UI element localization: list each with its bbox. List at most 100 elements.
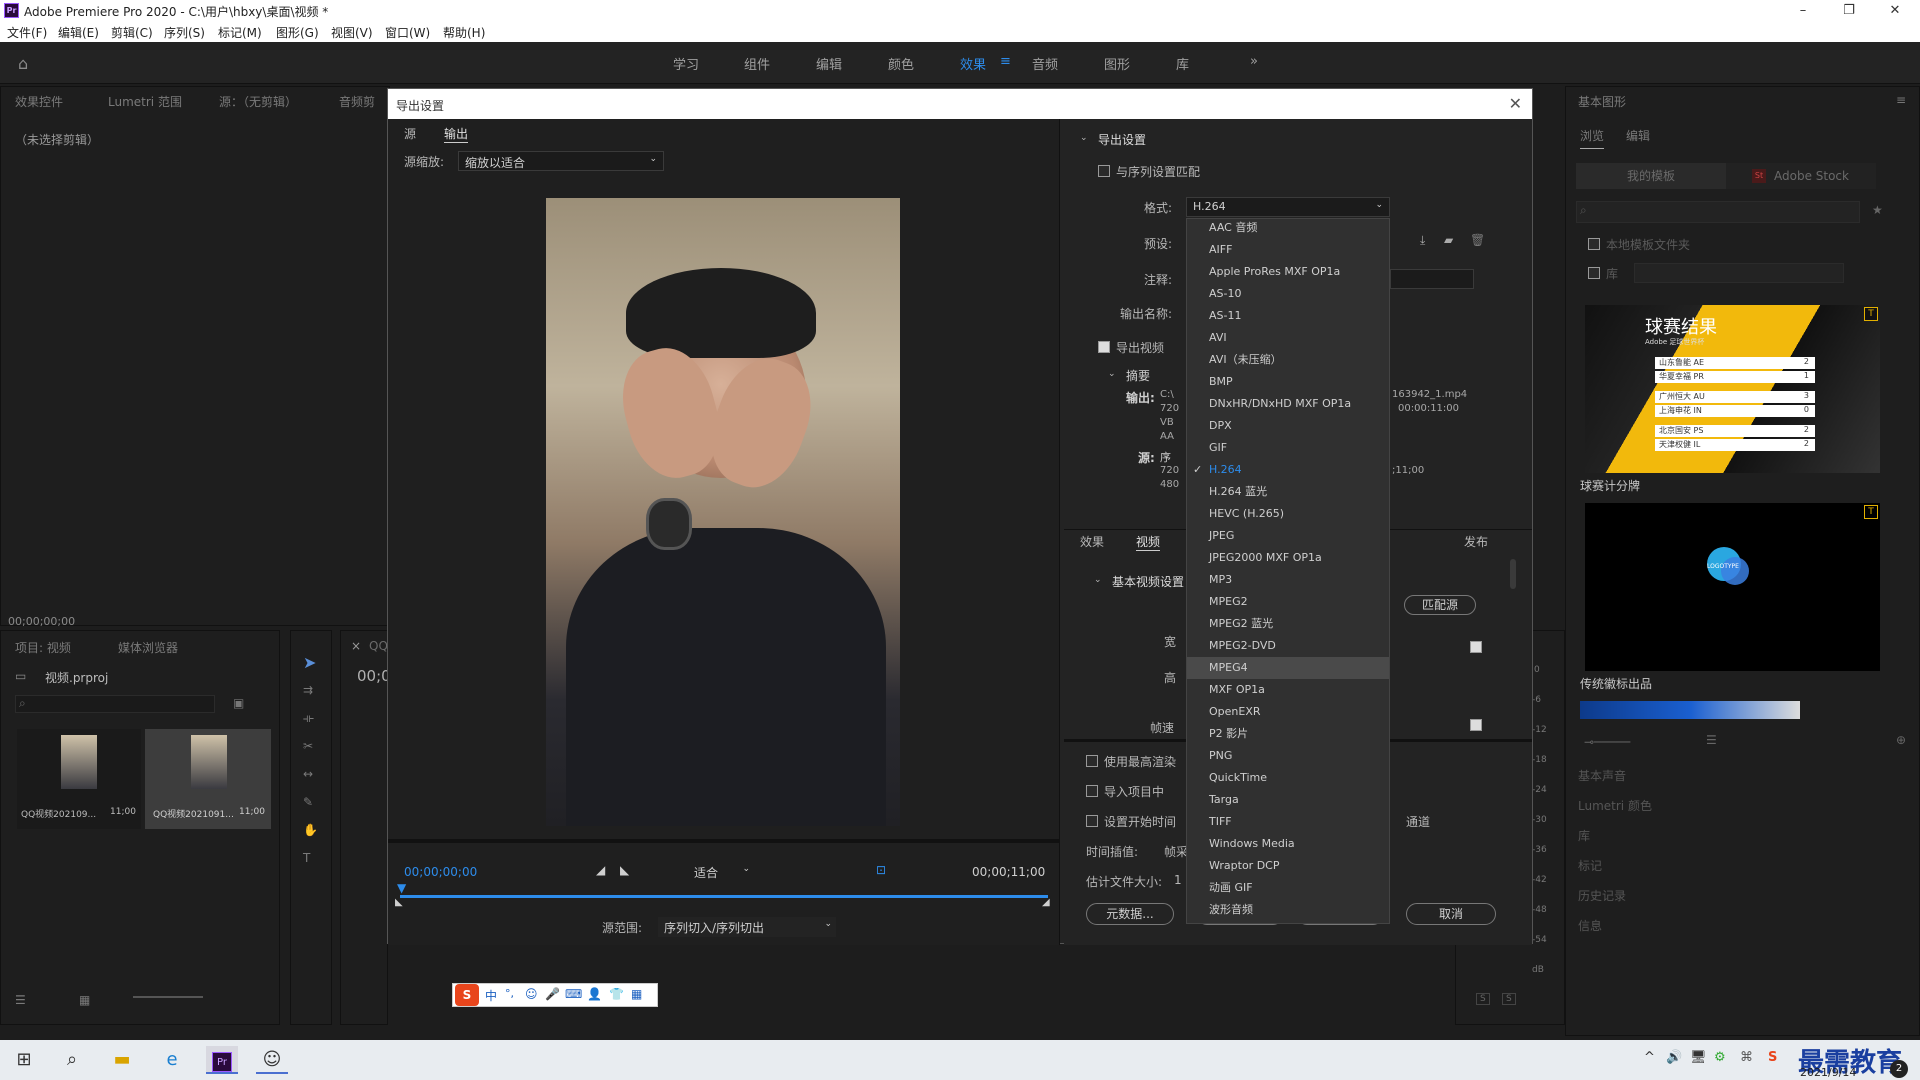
metadata-button[interactable]: 元数据... (1086, 903, 1174, 925)
panel-menu-icon[interactable]: ≡ (1896, 93, 1906, 107)
timeline-tab[interactable]: QQ (369, 639, 388, 653)
format-dropdown[interactable]: H.264 ⌄ (1186, 197, 1390, 217)
width-lock-checkbox[interactable] (1470, 641, 1482, 653)
delete-preset-icon[interactable]: 🗑 (1470, 233, 1485, 247)
sogou-logo-icon[interactable]: S (455, 984, 479, 1006)
menu-marker[interactable]: 标记(M) (218, 24, 262, 41)
workspace-tab-audio[interactable]: 音频 (1032, 54, 1058, 73)
tab-lumetri-scopes[interactable]: Lumetri 范围 (108, 93, 182, 110)
favorite-star-icon[interactable]: ★ (1872, 203, 1883, 217)
solo-button[interactable]: S (1502, 993, 1516, 1005)
new-layer-icon[interactable]: ⊕ (1896, 733, 1906, 747)
workspace-menu-icon[interactable]: ≡ (1000, 54, 1011, 69)
set-out-point-icon[interactable]: ◣ (620, 863, 629, 877)
format-option[interactable]: JPEG2000 MXF OP1a (1187, 547, 1389, 569)
ime-keyboard-button[interactable]: ⌨ (565, 987, 582, 1001)
max-render-checkbox[interactable] (1086, 755, 1098, 767)
list-view-icon[interactable]: ☰ (15, 993, 26, 1007)
source-range-dropdown[interactable]: 序列切入/序列切出 ⌄ (658, 917, 836, 937)
tab-browse[interactable]: 浏览 (1580, 127, 1605, 149)
ime-emoji-button[interactable]: ☺ (525, 987, 538, 1001)
workspace-tab-effects[interactable]: 效果 (960, 54, 986, 73)
my-templates-tab[interactable]: 我的模板 (1576, 163, 1726, 189)
template-thumbnail-logo[interactable]: LOGOTYPE T (1585, 503, 1880, 671)
template-thumbnail-scoreboard[interactable]: 球赛结果 Adobe 足球世界杯 山东鲁能 AE 2 华夏幸福 PR 1 广州恒大 … (1585, 305, 1880, 473)
format-option[interactable]: AS-10 (1187, 283, 1389, 305)
menu-window[interactable]: 窗口(W) (385, 24, 430, 41)
tab-video[interactable]: 视频 (1136, 533, 1161, 551)
format-option[interactable]: PNG (1187, 745, 1389, 767)
menu-file[interactable]: 文件(F) (7, 24, 47, 41)
scrubber-track[interactable] (400, 895, 1048, 898)
comment-input[interactable] (1390, 269, 1474, 289)
template-search-input[interactable] (1576, 201, 1860, 223)
tab-effects[interactable]: 效果 (1080, 533, 1104, 550)
match-source-button[interactable]: 匹配源 (1404, 595, 1476, 615)
local-folder-checkbox[interactable] (1588, 238, 1600, 250)
minimize-button[interactable]: – (1780, 0, 1826, 22)
workspace-tab-libraries[interactable]: 库 (1176, 54, 1189, 73)
new-bin-icon[interactable]: ▣ (233, 696, 244, 710)
set-in-point-icon[interactable]: ◢ (596, 863, 605, 877)
start-time-checkbox[interactable] (1086, 815, 1098, 827)
save-preset-icon[interactable]: ⤓ (1420, 233, 1425, 248)
notification-badge[interactable]: 2 (1890, 1060, 1908, 1078)
clip-thumbnail[interactable]: QQ视频202109... 11;00 (17, 729, 141, 829)
playhead-icon[interactable]: ▼ (397, 881, 406, 895)
menu-view[interactable]: 视图(V) (331, 24, 373, 41)
format-option[interactable]: AVI（未压缩） (1187, 349, 1389, 371)
workspace-tab-graphics[interactable]: 图形 (1104, 54, 1130, 73)
tray-app-icon[interactable]: ⚙ (1714, 1050, 1726, 1065)
aspect-correction-icon[interactable]: ⊡ (876, 863, 886, 877)
format-option[interactable]: BMP (1187, 371, 1389, 393)
hand-tool-icon[interactable]: ✋ (303, 823, 318, 837)
format-option[interactable]: DNxHR/DNxHD MXF OP1a (1187, 393, 1389, 415)
format-option[interactable]: MPEG4 (1187, 657, 1389, 679)
template-thumbnail-partial[interactable] (1580, 701, 1800, 719)
format-option[interactable]: H.264 蓝光 (1187, 481, 1389, 503)
format-option[interactable]: H.264 (1187, 459, 1389, 481)
library-checkbox[interactable] (1588, 267, 1600, 279)
frame-rate-checkbox[interactable] (1470, 719, 1482, 731)
search-icon[interactable]: ⌕ (56, 1046, 88, 1074)
format-option[interactable]: Targa (1187, 789, 1389, 811)
tab-source[interactable]: 源：（无剪辑） (219, 93, 297, 110)
ime-account-button[interactable]: 👤 (587, 987, 602, 1001)
workspace-tab-color[interactable]: 颜色 (888, 54, 914, 73)
menu-clip[interactable]: 剪辑(C) (111, 24, 153, 41)
panel-lumetri-color[interactable]: Lumetri 颜色 (1578, 797, 1652, 814)
format-option[interactable]: AAC 音频 (1187, 217, 1389, 239)
size-slider-icon[interactable]: ⊸───── (1584, 735, 1630, 749)
ime-mode-button[interactable]: 中 (485, 987, 497, 1004)
format-option[interactable]: Windows Media (1187, 833, 1389, 855)
import-preset-icon[interactable]: ▰ (1444, 233, 1453, 247)
format-option[interactable]: P2 影片 (1187, 723, 1389, 745)
format-option[interactable]: AIFF (1187, 239, 1389, 261)
icon-view-icon[interactable]: ▦ (79, 993, 90, 1007)
format-option[interactable]: TIFF (1187, 811, 1389, 833)
format-option[interactable]: MXF OP1a (1187, 679, 1389, 701)
tab-effect-controls[interactable]: 效果控件 (15, 93, 63, 110)
panel-markers[interactable]: 标记 (1578, 857, 1602, 874)
chevron-down-icon[interactable]: ⌄ (1080, 133, 1088, 143)
tab-edit[interactable]: 编辑 (1626, 127, 1650, 144)
timeline-close-icon[interactable]: × (351, 639, 361, 653)
track-select-tool-icon[interactable]: ⇉ (303, 683, 313, 697)
format-option[interactable]: MPEG2 (1187, 591, 1389, 613)
menu-help[interactable]: 帮助(H) (443, 24, 485, 41)
home-icon[interactable]: ⌂ (18, 54, 28, 73)
current-timecode[interactable]: 00;00;00;00 (404, 865, 477, 879)
format-option[interactable]: HEVC (H.265) (1187, 503, 1389, 525)
sogou-tray-icon[interactable]: S (1768, 1050, 1777, 1065)
ime-voice-button[interactable]: 🎤 (545, 987, 560, 1001)
network-icon[interactable]: 🖥 (1690, 1050, 1707, 1065)
cancel-button[interactable]: 取消 (1406, 903, 1496, 925)
tab-project[interactable]: 项目: 视频 (15, 639, 71, 656)
format-option[interactable]: 波形音频 (1187, 899, 1389, 921)
close-window-button[interactable]: ✕ (1872, 0, 1918, 22)
time-interp-value[interactable]: 帧采 (1164, 843, 1188, 860)
format-option[interactable]: AVI (1187, 327, 1389, 349)
tab-publish[interactable]: 发布 (1464, 533, 1488, 550)
pen-tool-icon[interactable]: ✎ (303, 795, 313, 809)
tray-expand-icon[interactable]: ^ (1644, 1050, 1655, 1065)
